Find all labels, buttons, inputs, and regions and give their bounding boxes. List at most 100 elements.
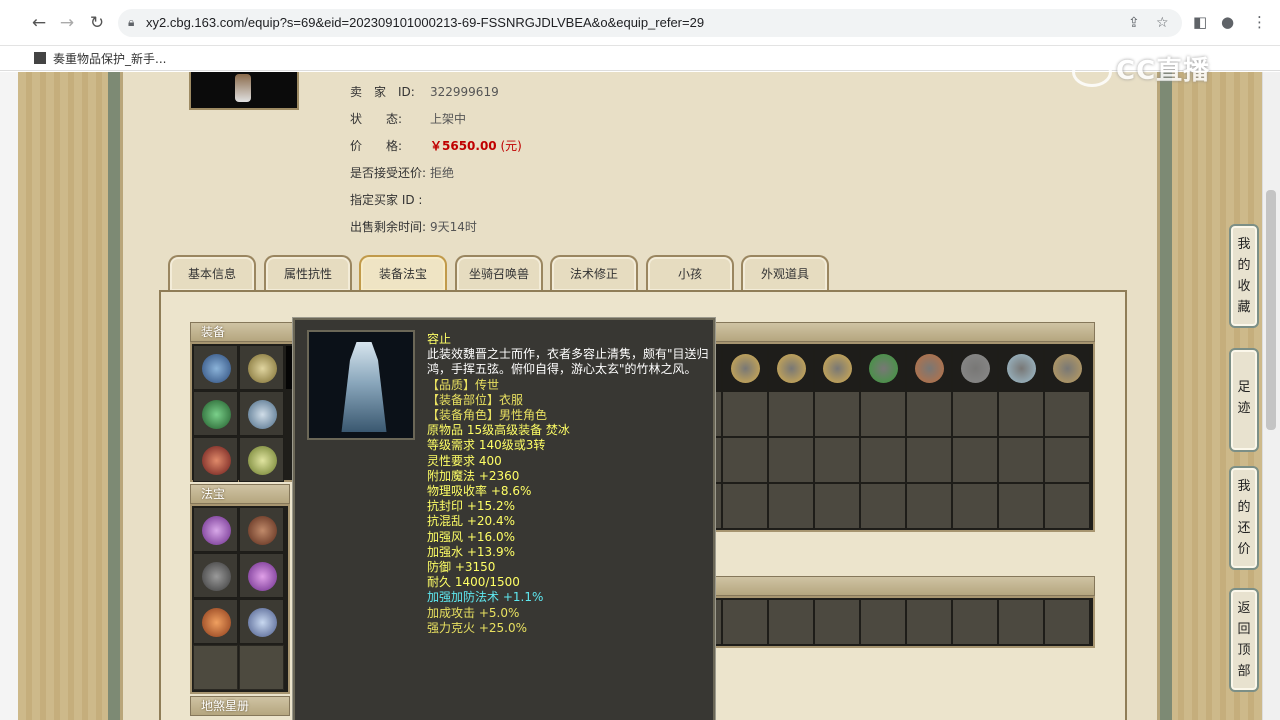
inventory-slot-empty[interactable] — [860, 391, 906, 437]
tab-mounts-pets[interactable]: 坐骑召唤兽 — [455, 255, 543, 291]
decor-left — [18, 72, 110, 720]
equip-slot-belt[interactable] — [193, 437, 238, 482]
warehouse-slot-empty[interactable] — [906, 599, 952, 645]
tab-basic-info[interactable]: 基本信息 — [168, 255, 256, 291]
tab-attributes[interactable]: 属性抗性 — [264, 255, 352, 291]
inventory-slot-empty[interactable] — [952, 483, 998, 529]
designated-buyer-label: 指定买家 ID : — [350, 193, 423, 207]
menu-icon[interactable]: ⋮ — [1252, 13, 1267, 31]
seller-id-row: 卖 家 ID: 322999619 — [350, 83, 499, 100]
warehouse-slot-empty[interactable] — [860, 599, 906, 645]
tooltip-line: 防御 +3150 — [427, 560, 496, 575]
inventory-slot-empty[interactable] — [952, 391, 998, 437]
treasure-slot-empty[interactable] — [239, 645, 284, 690]
inventory-slot[interactable] — [998, 345, 1044, 391]
inventory-slot[interactable] — [860, 345, 906, 391]
inventory-slot-empty[interactable] — [722, 483, 768, 529]
item-tooltip: 容止 此装效魏晋之士而作，衣者多容止清隽，颇有"目送归鸿，手挥五弦。俯仰自得，游… — [293, 318, 715, 720]
inventory-slot-empty[interactable] — [768, 437, 814, 483]
my-offers-button[interactable]: 我的还价 — [1229, 466, 1259, 570]
inventory-slot[interactable] — [814, 345, 860, 391]
back-to-top-button[interactable]: 返回顶部 — [1229, 588, 1259, 692]
back-icon[interactable]: ← — [28, 12, 50, 34]
warehouse-slot-empty[interactable] — [768, 599, 814, 645]
inventory-slot-empty[interactable] — [722, 391, 768, 437]
item-robe-image — [307, 330, 415, 440]
treasure-lantern-icon — [202, 516, 231, 545]
inventory-slot[interactable] — [768, 345, 814, 391]
favorites-button[interactable]: 我的收藏 — [1229, 224, 1259, 328]
history-label: 足迹 — [1237, 380, 1251, 416]
inventory-item-icon — [869, 354, 898, 383]
inventory-slot-empty[interactable] — [906, 483, 952, 529]
tab-appearance[interactable]: 外观道具 — [741, 255, 829, 291]
tooltip-line: 原物品 15级高级装备 焚冰 — [427, 423, 570, 438]
inventory-slot-empty[interactable] — [952, 437, 998, 483]
treasure-slot-empty[interactable] — [193, 645, 238, 690]
share-icon[interactable]: ⇪ — [1128, 15, 1140, 31]
inventory-slot[interactable] — [952, 345, 998, 391]
tooltip-line: 抗封印 +15.2% — [427, 499, 515, 514]
profile-icon[interactable]: ● — [1221, 13, 1234, 31]
inventory-slot-empty[interactable] — [814, 437, 860, 483]
equip-slot-boots[interactable] — [239, 437, 284, 482]
status-row: 状 态: 上架中 — [350, 110, 466, 127]
star-icon[interactable]: ☆ — [1156, 15, 1169, 31]
tooltip-line: 加强风 +16.0% — [427, 529, 515, 544]
necklace-icon — [248, 354, 277, 383]
reload-icon[interactable]: ↻ — [86, 12, 108, 34]
inventory-slot-empty[interactable] — [906, 437, 952, 483]
warehouse-slot-empty[interactable] — [952, 599, 998, 645]
history-button[interactable]: 足迹 — [1229, 348, 1259, 452]
treasure-ring-icon — [248, 562, 277, 591]
equip-slot-helmet[interactable] — [193, 345, 238, 390]
forward-icon[interactable]: → — [56, 12, 78, 34]
inventory-slot-empty[interactable] — [768, 483, 814, 529]
inventory-slot[interactable] — [906, 345, 952, 391]
tooltip-line: 物理吸收率 +8.6% — [427, 484, 532, 499]
tab-children[interactable]: 小孩 — [646, 255, 734, 291]
inventory-slot-empty[interactable] — [722, 437, 768, 483]
sidebar-icon[interactable]: ◧ — [1193, 13, 1207, 31]
equip-slot-armor[interactable] — [239, 391, 284, 436]
treasure-slot[interactable] — [193, 507, 238, 552]
tab-spell-correction[interactable]: 法术修正 — [550, 255, 638, 291]
stream-watermark: CC直播 — [1072, 50, 1210, 87]
armor-icon — [248, 400, 277, 429]
scrollbar-thumb[interactable] — [1266, 190, 1276, 430]
inventory-slot-empty[interactable] — [998, 437, 1044, 483]
address-url[interactable]: xy2.cbg.163.com/equip?s=69&eid=202309101… — [146, 15, 704, 30]
treasure-slot[interactable] — [239, 507, 284, 552]
inventory-slot[interactable] — [722, 345, 768, 391]
inventory-slot-empty[interactable] — [768, 391, 814, 437]
inventory-slot[interactable] — [1044, 345, 1090, 391]
treasure-grid — [190, 504, 290, 694]
tab-equipment-treasure[interactable]: 装备法宝 — [359, 255, 447, 291]
inventory-slot-empty[interactable] — [814, 391, 860, 437]
tooltip-line: 灵性要求 400 — [427, 453, 502, 468]
treasure-stone-icon — [202, 562, 231, 591]
warehouse-slot-empty[interactable] — [814, 599, 860, 645]
warehouse-slot-empty[interactable] — [722, 599, 768, 645]
treasure-slot[interactable] — [239, 553, 284, 598]
treasure-slot[interactable] — [193, 553, 238, 598]
warehouse-slot-empty[interactable] — [998, 599, 1044, 645]
treasure-slot[interactable] — [193, 599, 238, 644]
inventory-slot-empty[interactable] — [1044, 483, 1090, 529]
inventory-slot-empty[interactable] — [906, 391, 952, 437]
inventory-slot-empty[interactable] — [1044, 437, 1090, 483]
inventory-slot-empty[interactable] — [860, 437, 906, 483]
inventory-slot-empty[interactable] — [860, 483, 906, 529]
inventory-slot-empty[interactable] — [1044, 391, 1090, 437]
inventory-slot-empty[interactable] — [998, 391, 1044, 437]
bookmark-item[interactable]: 奏重物品保护_新手... — [53, 50, 166, 67]
equip-slot-necklace[interactable] — [239, 345, 284, 390]
treasure-slot[interactable] — [239, 599, 284, 644]
status-value: 上架中 — [430, 112, 467, 126]
warehouse-slot-empty[interactable] — [1044, 599, 1090, 645]
inventory-slot-empty[interactable] — [814, 483, 860, 529]
tooltip-line: 强力克火 +25.0% — [427, 620, 527, 635]
inventory-slot-empty[interactable] — [998, 483, 1044, 529]
address-bar[interactable]: 🔒︎ xy2.cbg.163.com/equip?s=69&eid=202309… — [118, 9, 1182, 37]
equip-slot-weapon[interactable] — [193, 391, 238, 436]
